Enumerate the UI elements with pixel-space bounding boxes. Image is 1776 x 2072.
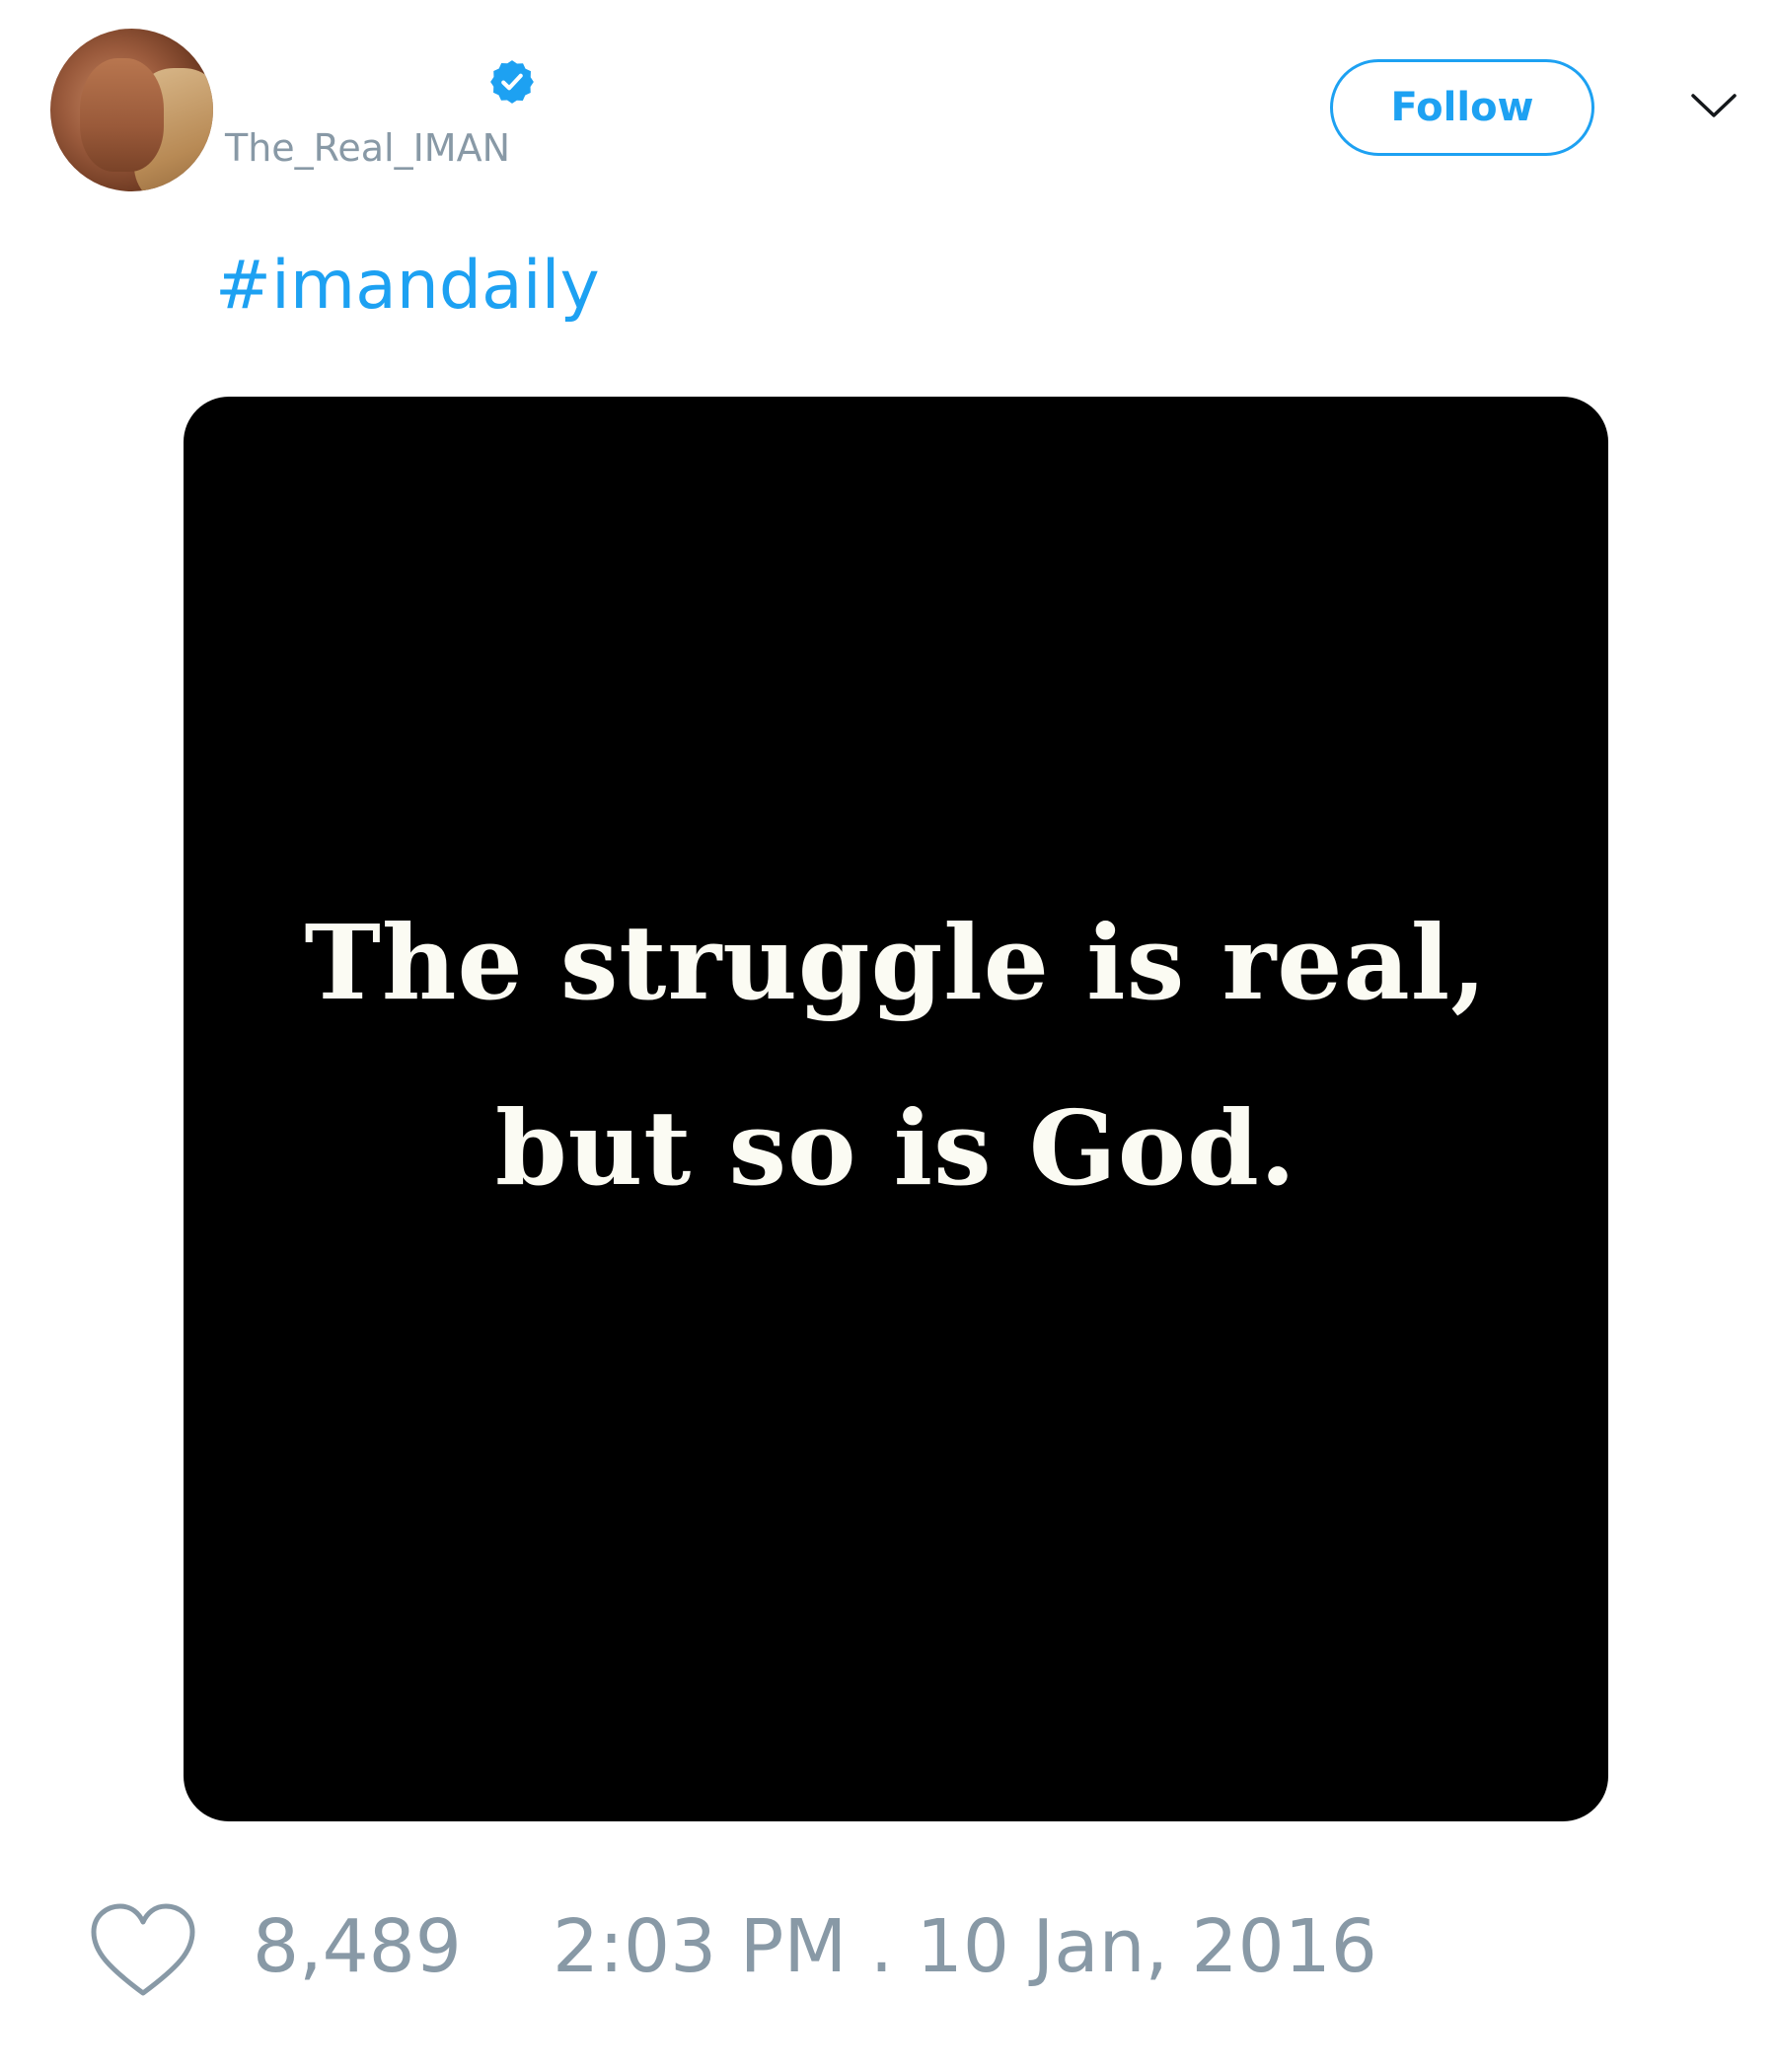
- avatar[interactable]: [50, 29, 213, 191]
- like-count: 8,489: [253, 1904, 462, 1989]
- heart-icon[interactable]: [89, 1902, 197, 2001]
- tweet-timestamp[interactable]: 2:03 PM . 10 Jan, 2016: [553, 1904, 1377, 1989]
- quote-text: The struggle is real, but so is God.: [184, 870, 1608, 1241]
- hashtag-link[interactable]: #imandaily: [215, 247, 600, 325]
- quote-line-2: but so is God.: [494, 1087, 1297, 1209]
- follow-button[interactable]: Follow: [1330, 59, 1594, 156]
- author-handle[interactable]: The_Real_IMAN: [225, 126, 510, 170]
- verified-badge-icon: [490, 60, 534, 104]
- chevron-down-icon[interactable]: [1689, 91, 1739, 120]
- avatar-face: [80, 58, 164, 172]
- tweet-media-image[interactable]: The struggle is real, but so is God.: [184, 397, 1608, 1821]
- quote-line-1: The struggle is real,: [304, 902, 1488, 1023]
